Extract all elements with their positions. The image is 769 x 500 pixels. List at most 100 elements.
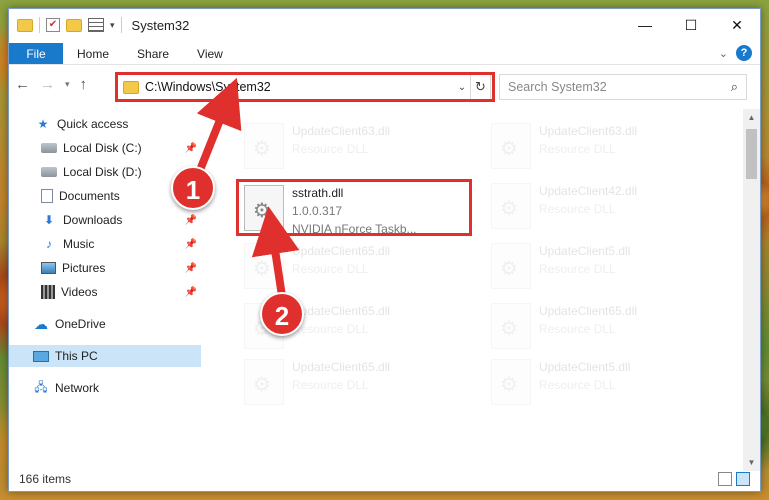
file-name: UpdateClient5.dll	[539, 244, 631, 258]
help-icon[interactable]: ?	[736, 45, 752, 61]
tab-home[interactable]: Home	[63, 43, 123, 64]
title-bar: ✔ ▾ System32 — ☐ ✕	[9, 9, 760, 41]
sidebar-item-network[interactable]: 🖧 Network	[9, 377, 201, 399]
sidebar-item-downloads[interactable]: ⬇ Downloads 📌	[9, 209, 201, 231]
dll-file-icon: ⚙	[491, 183, 531, 229]
tab-file[interactable]: File	[9, 43, 63, 64]
sidebar-item-videos[interactable]: Videos 📌	[9, 281, 201, 303]
scrollbar-thumb[interactable]	[746, 129, 757, 179]
pin-icon[interactable]: 📌	[185, 143, 197, 154]
ribbon-tabs: File Home Share View ⌄ ?	[9, 43, 760, 65]
music-icon: ♪	[46, 237, 52, 251]
file-type: Resource DLL	[292, 262, 369, 276]
quick-access-toolbar: ✔ ▾	[9, 17, 122, 33]
folder-icon	[17, 18, 33, 32]
list-item[interactable]: ⚙ UpdateClient65.dll Resource DLL	[236, 237, 472, 295]
up-arrow-icon[interactable]: ↑	[80, 76, 88, 93]
ribbon-right: ⌄ ?	[719, 45, 752, 61]
sidebar-item-pictures[interactable]: Pictures 📌	[9, 257, 201, 279]
documents-icon	[41, 189, 53, 203]
explorer-window: ✔ ▾ System32 — ☐ ✕ File Home Share View …	[8, 8, 761, 492]
tab-share[interactable]: Share	[123, 43, 183, 64]
address-dropdown-chevron-icon[interactable]: ⌄	[454, 82, 470, 93]
search-icon[interactable]: ⌕	[731, 79, 738, 95]
file-type: Resource DLL	[539, 378, 616, 392]
dll-file-icon: ⚙	[244, 243, 284, 289]
dll-file-icon: ⚙	[244, 359, 284, 405]
file-list: ⚙ UpdateClient63.dll Resource DLL ⚙ sstra…	[219, 109, 739, 469]
file-type: Resource DLL	[539, 262, 616, 276]
videos-icon	[41, 285, 55, 299]
folder-icon	[123, 80, 139, 94]
list-item[interactable]: ⚙ UpdateClient42.dll Resource DLL	[483, 177, 719, 235]
sidebar-item-label: Pictures	[62, 261, 106, 275]
dll-file-icon: ⚙	[244, 185, 284, 231]
list-item[interactable]: ⚙ UpdateClient63.dll Resource DLL	[236, 117, 472, 175]
details-view-icon[interactable]	[718, 472, 732, 486]
list-item[interactable]: ⚙ UpdateClient5.dll Resource DLL	[483, 237, 719, 295]
address-bar[interactable]: C:\Windows\System32 ⌄ ↻	[117, 74, 491, 100]
maximize-button[interactable]: ☐	[668, 9, 714, 41]
file-name: UpdateClient5.dll	[539, 360, 631, 374]
expand-ribbon-chevron-icon[interactable]: ⌄	[719, 47, 728, 60]
sidebar-item-onedrive[interactable]: ☁ OneDrive	[9, 313, 201, 335]
step-2-badge: 2	[260, 292, 304, 336]
search-placeholder: Search System32	[508, 80, 607, 94]
back-arrow-icon[interactable]: ←	[15, 76, 30, 93]
navigation-buttons: ← → ▾ ↑	[15, 76, 87, 93]
sidebar-item-label: OneDrive	[55, 317, 106, 331]
address-row: ← → ▾ ↑ C:\Windows\System32 ⌄ ↻ Search S…	[9, 69, 760, 103]
minimize-button[interactable]: —	[622, 9, 668, 41]
list-item[interactable]: ⚙ UpdateClient65.dll Resource DLL	[236, 353, 472, 411]
tiles-view-icon[interactable]	[736, 472, 750, 486]
pin-icon[interactable]: 📌	[185, 239, 197, 250]
view-toggle	[718, 472, 750, 486]
sidebar-item-label: Documents	[59, 189, 120, 203]
new-folder-icon[interactable]	[66, 18, 82, 32]
sidebar-item-label: Local Disk (D:)	[63, 165, 142, 179]
vertical-scrollbar[interactable]: ▲ ▼	[743, 109, 760, 471]
file-name: UpdateClient63.dll	[292, 124, 391, 138]
sidebar-item-quick-access[interactable]: ★ Quick access	[9, 113, 201, 135]
dll-file-icon: ⚙	[244, 123, 284, 169]
sidebar-item-label: Local Disk (C:)	[63, 141, 142, 155]
step-1-badge: 1	[171, 166, 215, 210]
sidebar-item-label: Downloads	[63, 213, 123, 227]
sidebar-item-label: Music	[63, 237, 95, 251]
chevron-down-icon[interactable]: ▾	[110, 20, 115, 31]
file-type: Resource DLL	[292, 142, 369, 156]
file-type: Resource DLL	[539, 202, 616, 216]
computer-icon	[33, 350, 49, 362]
window-title: System32	[131, 17, 190, 33]
properties-check-icon[interactable]: ✔	[46, 18, 60, 32]
list-item-sstrath-dll[interactable]: ⚙ sstrath.dll 1.0.0.317 NVIDIA nForce Ta…	[236, 179, 472, 237]
refresh-icon[interactable]: ↻	[470, 75, 490, 99]
file-type: Resource DLL	[539, 142, 616, 156]
pin-icon[interactable]: 📌	[185, 215, 197, 226]
file-name: UpdateClient65.dll	[292, 244, 391, 258]
file-type: Resource DLL	[539, 322, 616, 336]
list-item[interactable]: ⚙ UpdateClient63.dll Resource DLL	[483, 117, 719, 175]
tab-view[interactable]: View	[183, 43, 237, 64]
window-controls: — ☐ ✕	[622, 9, 760, 41]
file-name: UpdateClient63.dll	[539, 124, 638, 138]
sidebar-item-this-pc[interactable]: This PC	[9, 345, 201, 367]
pin-icon[interactable]: 📌	[185, 263, 197, 274]
sidebar-item-label: Videos	[61, 285, 98, 299]
list-item[interactable]: ⚙ UpdateClient65.dll Resource DLL	[483, 297, 719, 355]
divider	[39, 17, 40, 33]
cloud-icon: ☁	[34, 315, 48, 332]
sidebar-item-music[interactable]: ♪ Music 📌	[9, 233, 201, 255]
pin-icon[interactable]: 📌	[185, 287, 197, 298]
sidebar-item-local-disk-c[interactable]: Local Disk (C:) 📌	[9, 137, 201, 159]
recent-locations-chevron-icon[interactable]: ▾	[65, 79, 70, 90]
scroll-up-icon[interactable]: ▲	[743, 109, 760, 126]
address-path[interactable]: C:\Windows\System32	[145, 80, 454, 94]
search-input[interactable]: Search System32 ⌕	[499, 74, 747, 100]
forward-arrow-icon[interactable]: →	[40, 76, 55, 93]
close-button[interactable]: ✕	[714, 9, 760, 41]
file-name: UpdateClient65.dll	[292, 360, 391, 374]
sidebar-item-label: This PC	[55, 349, 98, 363]
properties-icon[interactable]	[88, 18, 104, 32]
list-item[interactable]: ⚙ UpdateClient5.dll Resource DLL	[483, 353, 719, 411]
